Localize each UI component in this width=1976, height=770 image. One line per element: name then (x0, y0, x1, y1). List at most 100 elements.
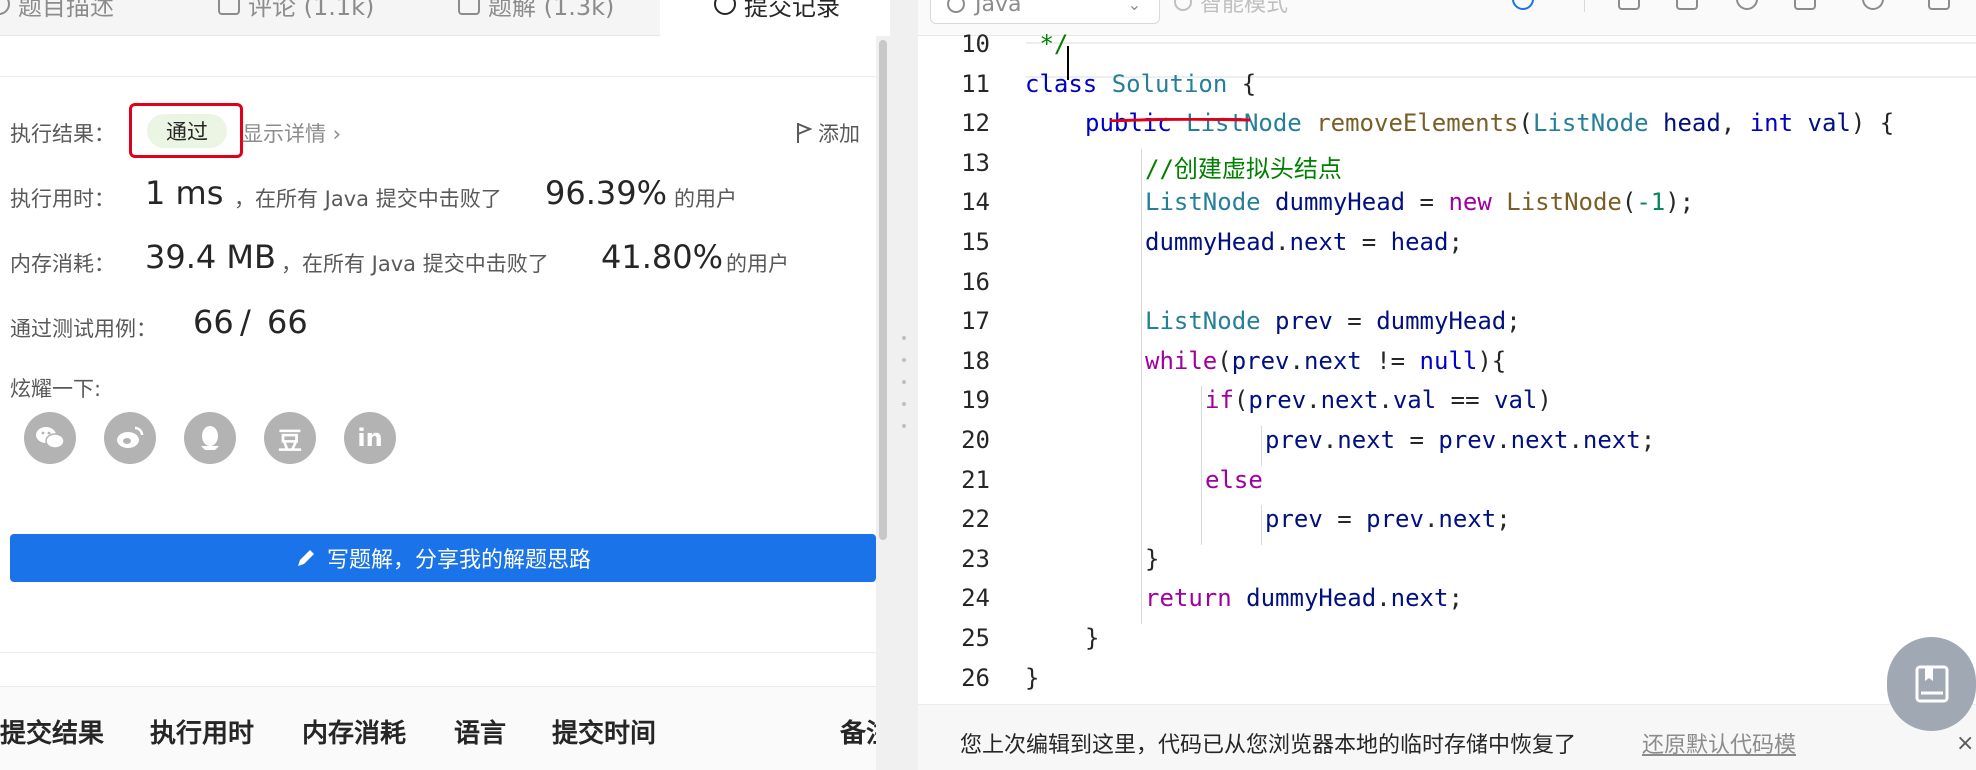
close-icon[interactable]: × (1956, 731, 1974, 756)
restore-message: 您上次编辑到这里，代码已从您浏览器本地的临时存储中恢复了 (960, 733, 1577, 758)
tab-solutions[interactable]: 题解 (1.3k) (458, 0, 614, 24)
indent-guide (1081, 466, 1082, 506)
code-line[interactable]: 21 else (918, 465, 1976, 506)
col-header-runtime[interactable]: 执行用时 (150, 713, 254, 750)
code-line[interactable]: 25} (918, 624, 1976, 664)
line-number: 23 (961, 544, 990, 573)
runtime-beat-text: ，在所有 Java 提交中击败了 (234, 187, 502, 211)
notebook-button[interactable] (1887, 637, 1976, 731)
pencil-icon (297, 550, 314, 566)
left-tab-bar: 题目描述 评论 (1.1k) 题解 (1.3k) 提交记录 (0, 0, 876, 36)
code-line[interactable]: 10 */ (918, 30, 1976, 70)
tab-submissions[interactable]: 提交记录 (714, 0, 840, 24)
col-header-note[interactable]: 备注 (840, 713, 876, 750)
code-text: } (1145, 544, 1160, 573)
indent-guide (1081, 188, 1082, 228)
section-divider (0, 652, 876, 653)
code-line[interactable]: 17 ListNode prev = dummyHead; (918, 307, 1976, 348)
col-header-memory[interactable]: 内存消耗 (302, 713, 406, 750)
left-scrollbar[interactable] (876, 36, 890, 770)
tests-passed: 66 (193, 303, 234, 341)
language-select[interactable]: Java ⌄ (930, 0, 1160, 24)
code-line[interactable]: 14 ListNode dummyHead = new ListNode(-1); (918, 188, 1976, 229)
pane-splitter[interactable] (890, 0, 918, 770)
code-text: else (1205, 465, 1263, 494)
restore-default-link[interactable]: 还原默认代码模 (1642, 727, 1796, 759)
code-text: return dummyHead.next; (1145, 584, 1463, 613)
grip-dot (902, 380, 906, 384)
code-line[interactable]: 11 class Solution { (918, 70, 1976, 110)
toggle-icon[interactable] (1512, 0, 1534, 10)
fullscreen-icon[interactable] (1928, 0, 1950, 10)
code-text: public ListNode removeElements(ListNode … (1085, 109, 1895, 138)
restore-notification: 您上次编辑到这里，代码已从您浏览器本地的临时存储中恢复了 还原默认代码模 × (918, 704, 1976, 770)
tab-description[interactable]: 题目描述 (0, 0, 114, 24)
indent-guide (1081, 307, 1082, 347)
code-line[interactable]: 16 (918, 267, 1976, 308)
comment-icon (218, 0, 240, 15)
code-line[interactable]: 12 public ListNode removeElements(ListNod… (918, 109, 1976, 149)
col-header-result[interactable]: 提交结果 (0, 713, 104, 750)
book-icon (1915, 665, 1948, 703)
line-number: 25 (961, 624, 990, 652)
indent-guide (1141, 267, 1142, 308)
line-number: 10 (961, 30, 990, 58)
settings-icon[interactable] (1862, 0, 1884, 10)
code-text: ListNode dummyHead = new ListNode(-1); (1145, 188, 1695, 217)
indent-guide (1081, 545, 1082, 585)
reset-icon[interactable] (1736, 0, 1758, 10)
code-text: prev = prev.next; (1265, 505, 1511, 534)
linkedin-icon[interactable]: in (344, 412, 396, 464)
tab-comments[interactable]: 评论 (1.1k) (218, 0, 374, 24)
code-text: ListNode prev = dummyHead; (1145, 307, 1521, 336)
line-number: 11 (961, 69, 990, 98)
weibo-icon[interactable] (104, 412, 156, 464)
line-number: 19 (961, 386, 990, 415)
grip-dot (902, 358, 906, 362)
code-line[interactable]: 18 while(prev.next != null){ (918, 346, 1976, 387)
code-line[interactable]: 20 prev.next = prev.next.next; (918, 426, 1976, 466)
wechat-icon[interactable] (24, 412, 76, 464)
format-icon[interactable] (1618, 0, 1640, 10)
code-icon[interactable] (1794, 0, 1816, 10)
code-text: */ (1025, 30, 1069, 58)
memory-beat-text: ，在所有 Java 提交中击败了 (281, 252, 549, 276)
col-header-time[interactable]: 提交时间 (552, 713, 656, 750)
code-line[interactable]: 22 prev = prev.next; (918, 505, 1976, 546)
douban-icon[interactable]: 豆 (264, 412, 316, 464)
runtime-label: 执行用时： (10, 187, 115, 211)
code-line[interactable]: 13 //创建虚拟头结点 (918, 148, 1976, 189)
flag-icon (797, 123, 812, 143)
left-scrollbar-thumb[interactable] (879, 40, 887, 540)
indent-guide (1261, 426, 1262, 466)
indent-guide (1141, 584, 1142, 625)
code-line[interactable]: 15 dummyHead.next = head; (918, 228, 1976, 268)
code-area[interactable]: 10 */11 class Solution {12 public ListNode… (918, 30, 1976, 704)
indent-guide (1141, 188, 1142, 229)
result-label: 执行结果： (10, 122, 115, 146)
upload-icon[interactable] (1676, 0, 1698, 10)
col-header-language[interactable]: 语言 (454, 713, 506, 750)
indent-guide (1141, 505, 1142, 546)
indent-guide (1201, 465, 1202, 506)
chevron-down-icon: ⌄ (1127, 0, 1141, 14)
code-line[interactable]: 26} (918, 664, 1976, 704)
indent-guide (1141, 148, 1142, 189)
runtime-suffix: 的用户 (674, 187, 737, 211)
indent-guide (1141, 426, 1142, 466)
code-text: dummyHead.next = head; (1145, 228, 1463, 256)
tab-submissions-active[interactable]: 提交记录 (660, 0, 876, 36)
code-line[interactable]: 23} (918, 544, 1976, 585)
code-line[interactable]: 24 return dummyHead.next; (918, 584, 1976, 625)
add-note-button[interactable]: 添加 (796, 118, 860, 148)
code-line[interactable]: 19 if(prev.next.val == val) (918, 386, 1976, 427)
memory-label: 内存消耗： (10, 252, 115, 276)
qq-icon[interactable] (184, 412, 236, 464)
show-detail-link[interactable]: 显示详情 › (242, 118, 341, 148)
indent-guide (1261, 505, 1262, 546)
indent-guide (1081, 228, 1082, 268)
tests-label: 通过测试用例： (10, 317, 157, 341)
text-caret (1067, 46, 1069, 80)
write-solution-button[interactable]: 写题解，分享我的解题思路 (10, 534, 876, 582)
smart-mode-toggle[interactable]: 智能模式 (1174, 0, 1288, 18)
